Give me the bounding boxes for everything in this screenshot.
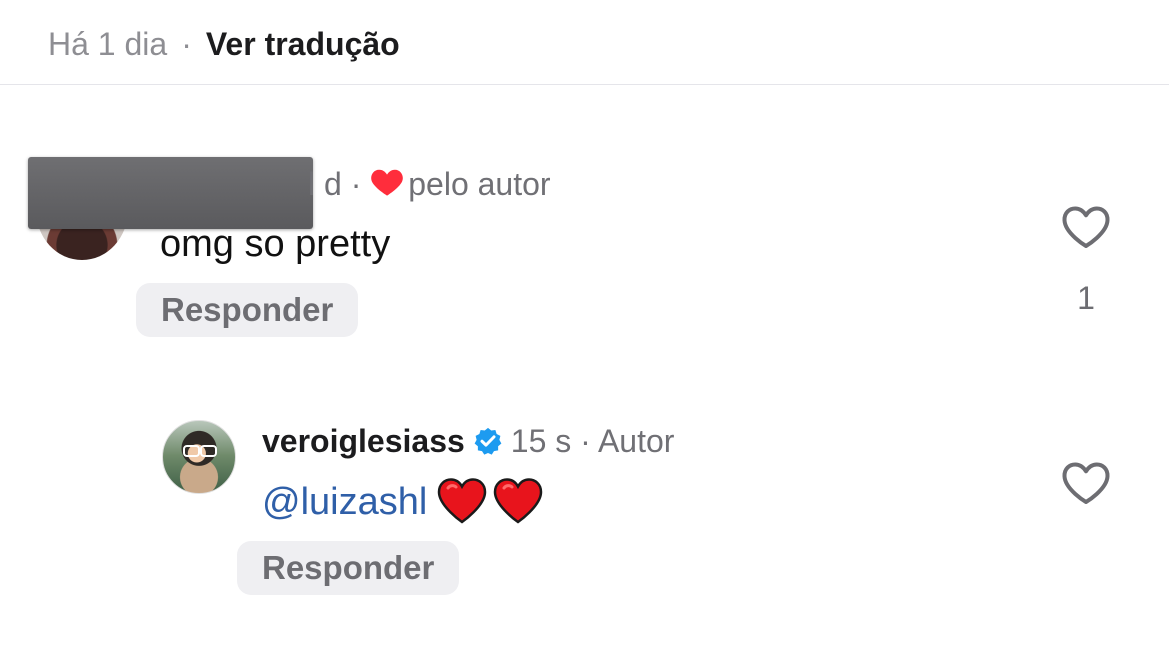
reply-text: @luizashl <box>262 478 543 524</box>
reply-button[interactable]: Responder <box>136 283 359 337</box>
comment-time: l d · <box>308 166 362 202</box>
like-heart-icon[interactable] <box>1061 462 1111 506</box>
meta-separator: · <box>181 26 192 62</box>
meta-separator: · <box>580 423 591 459</box>
reply-username[interactable]: veroiglesiass <box>262 423 465 459</box>
like-count: 1 <box>1077 280 1095 316</box>
verified-badge-icon <box>473 425 503 455</box>
author-label: Autor <box>597 423 675 459</box>
post-time: Há 1 dia <box>48 26 168 62</box>
mention-link[interactable]: @luizashl <box>262 481 427 523</box>
reply-time: 15 s <box>510 423 572 459</box>
reply-avatar[interactable] <box>162 420 236 494</box>
liked-by-author-label: pelo autor <box>408 166 551 202</box>
like-heart-icon[interactable] <box>1061 206 1111 250</box>
red-heart-emoji-icon <box>493 478 543 524</box>
heart-icon <box>370 166 404 206</box>
reply-meta: veroiglesiass 15 s · Autor <box>262 421 674 461</box>
previous-comment-text-cutoff <box>48 0 748 4</box>
redacted-username <box>28 157 313 229</box>
sunglasses-detail <box>183 445 217 457</box>
see-translation-button[interactable]: Ver tradução <box>206 26 400 62</box>
comment-text: omg so pretty <box>160 223 391 265</box>
reply-button[interactable]: Responder <box>237 541 460 595</box>
comment-meta: l d · pelo autor <box>308 164 551 206</box>
divider <box>0 84 1169 85</box>
red-heart-emoji-icon <box>437 478 487 524</box>
post-meta-row: Há 1 dia · Ver tradução <box>48 24 400 64</box>
